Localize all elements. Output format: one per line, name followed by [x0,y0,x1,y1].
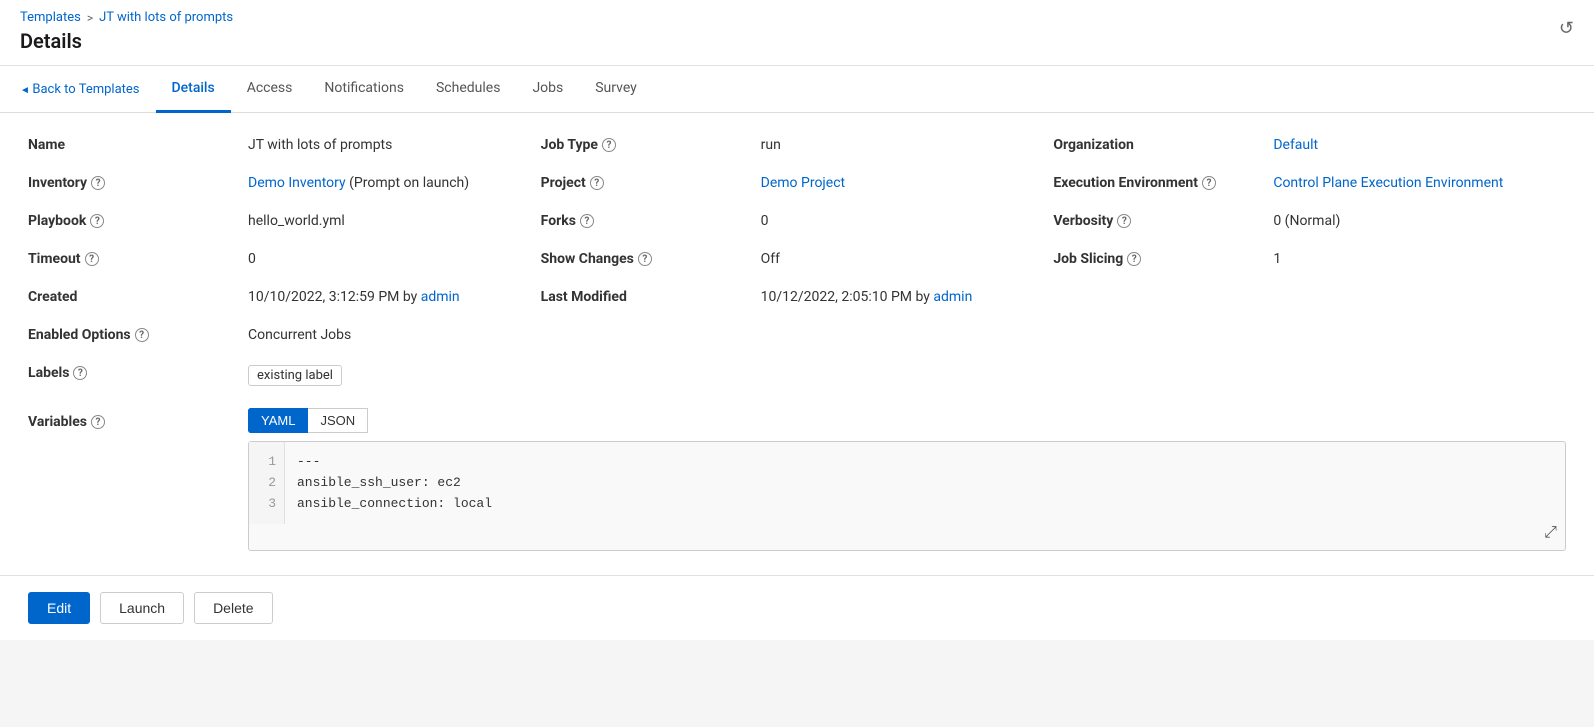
tab-jobs[interactable]: Jobs [516,66,579,113]
inventory-value: Demo Inventory (Prompt on launch) [248,175,541,191]
tab-back-to-templates[interactable]: Back to Templates [20,68,140,111]
last-modified-admin-link[interactable]: admin [933,289,972,305]
tab-access[interactable]: Access [231,66,309,113]
inventory-suffix: (Prompt on launch) [349,175,469,191]
job-slicing-value: 1 [1273,251,1566,267]
line-number-3: 3 [257,494,276,515]
tab-bar: Back to Templates Details Access Notific… [0,66,1594,113]
verbosity-help-icon[interactable]: ? [1117,214,1131,228]
timeout-help-icon[interactable]: ? [85,252,99,266]
code-line-2: ansible_ssh_user: ec2 [297,473,492,494]
page-title: Details [20,29,1574,53]
details-panel: Name JT with lots of prompts Job Type ? … [0,113,1594,575]
breadcrumb-templates-link[interactable]: Templates [20,10,81,25]
created-label: Created [28,289,248,305]
tab-details[interactable]: Details [156,66,231,113]
tab-notifications[interactable]: Notifications [308,66,420,113]
organization-link[interactable]: Default [1273,137,1318,153]
actions-bar: Edit Launch Delete [0,575,1594,640]
line-number-2: 2 [257,473,276,494]
delete-button[interactable]: Delete [194,592,272,624]
inventory-help-icon[interactable]: ? [91,176,105,190]
labels-value: existing label [248,365,1566,386]
execution-env-label: Execution Environment ? [1053,175,1273,191]
code-line-3: ansible_connection: local [297,494,492,515]
breadcrumb: Templates > JT with lots of prompts [20,10,1574,25]
variables-help-icon[interactable]: ? [91,415,105,429]
project-link[interactable]: Demo Project [761,175,845,191]
yaml-toggle-button[interactable]: YAML [248,408,308,433]
project-label: Project ? [541,175,761,191]
project-help-icon[interactable]: ? [590,176,604,190]
playbook-label: Playbook ? [28,213,248,229]
project-value: Demo Project [761,175,1054,191]
line-number-1: 1 [257,452,276,473]
breadcrumb-current: JT with lots of prompts [99,10,233,25]
job-type-help-icon[interactable]: ? [602,138,616,152]
timeout-value: 0 [248,251,541,267]
breadcrumb-separator: > [87,11,93,25]
tab-survey[interactable]: Survey [579,66,653,113]
show-changes-help-icon[interactable]: ? [638,252,652,266]
forks-label: Forks ? [541,213,761,229]
job-slicing-label: Job Slicing ? [1053,251,1273,267]
organization-value: Default [1273,137,1566,153]
last-modified-value: 10/12/2022, 2:05:10 PM by admin [761,289,1054,305]
details-grid: Name JT with lots of prompts Job Type ? … [28,137,1566,551]
history-icon[interactable]: ↺ [1559,18,1574,39]
json-toggle-button[interactable]: JSON [308,408,368,433]
expand-icon[interactable]: ⤢ [1544,524,1557,542]
organization-label: Organization [1053,137,1273,153]
forks-value: 0 [761,213,1054,229]
job-type-value: run [761,137,1054,153]
inventory-link[interactable]: Demo Inventory [248,175,346,191]
show-changes-value: Off [761,251,1054,267]
label-tag: existing label [248,365,342,386]
launch-button[interactable]: Launch [100,592,184,624]
name-label: Name [28,137,248,153]
job-slicing-help-icon[interactable]: ? [1127,252,1141,266]
timeout-label: Timeout ? [28,251,248,267]
enabled-options-help-icon[interactable]: ? [135,328,149,342]
last-modified-label: Last Modified [541,289,761,305]
line-numbers: 1 2 3 [249,442,285,524]
execution-env-help-icon[interactable]: ? [1202,176,1216,190]
variables-content: YAML JSON 1 2 3 --- ansible_ [248,408,1566,551]
verbosity-label: Verbosity ? [1053,213,1273,229]
labels-help-icon[interactable]: ? [73,366,87,380]
show-changes-label: Show Changes ? [541,251,761,267]
variables-code-area: 1 2 3 --- ansible_ssh_user: ec2 ansible_… [248,441,1566,551]
verbosity-value: 0 (Normal) [1273,213,1566,229]
tab-schedules[interactable]: Schedules [420,66,516,113]
name-value: JT with lots of prompts [248,137,541,153]
forks-help-icon[interactable]: ? [580,214,594,228]
playbook-value: hello_world.yml [248,213,541,229]
variables-label: Variables ? [28,408,248,430]
enabled-options-label: Enabled Options ? [28,327,248,343]
code-content: --- ansible_ssh_user: ec2 ansible_connec… [285,442,504,524]
execution-env-value: Control Plane Execution Environment [1273,175,1566,191]
execution-env-link[interactable]: Control Plane Execution Environment [1273,175,1503,191]
job-type-label: Job Type ? [541,137,761,153]
playbook-help-icon[interactable]: ? [90,214,104,228]
enabled-options-value: Concurrent Jobs [248,327,1566,343]
inventory-label: Inventory ? [28,175,248,191]
code-line-1: --- [297,452,492,473]
edit-button[interactable]: Edit [28,592,90,624]
created-value: 10/10/2022, 3:12:59 PM by admin [248,289,541,305]
created-admin-link[interactable]: admin [421,289,460,305]
variables-toggle-group: YAML JSON [248,408,1566,433]
labels-label: Labels ? [28,365,248,381]
code-lines: 1 2 3 --- ansible_ssh_user: ec2 ansible_… [249,442,1565,524]
